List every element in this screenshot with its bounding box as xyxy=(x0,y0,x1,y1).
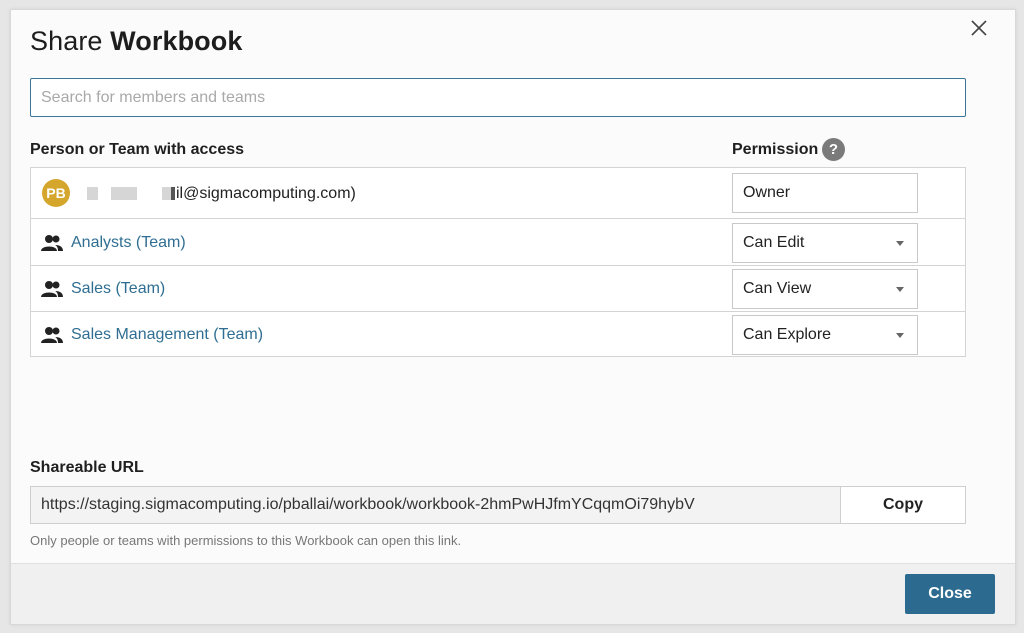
permission-label: Can View xyxy=(743,280,812,297)
shareable-url-label: Shareable URL xyxy=(30,459,144,476)
copy-button[interactable]: Copy xyxy=(840,486,966,524)
shareable-url-field[interactable]: https://staging.sigmacomputing.io/pballa… xyxy=(30,486,841,524)
permission-select-analysts[interactable]: Can Edit xyxy=(732,223,918,263)
permission-select-sales-management[interactable]: Can Explore xyxy=(732,315,918,355)
table-row-owner: PB il@sigmacomputing.com) Owner xyxy=(31,168,965,219)
redacted-block xyxy=(87,187,98,200)
owner-permission: Owner xyxy=(732,173,918,213)
permission-select-sales[interactable]: Can View xyxy=(732,269,918,309)
team-link-sales-management[interactable]: Sales Management (Team) xyxy=(71,326,263,344)
owner-permission-label: Owner xyxy=(743,184,791,201)
close-icon[interactable] xyxy=(969,18,989,38)
avatar: PB xyxy=(42,179,70,207)
close-button[interactable]: Close xyxy=(905,574,995,614)
redacted-block xyxy=(111,187,137,200)
team-link-analysts[interactable]: Analysts (Team) xyxy=(71,234,186,252)
chevron-down-icon xyxy=(896,333,904,338)
help-icon[interactable]: ? xyxy=(822,138,845,161)
owner-email: il@sigmacomputing.com) xyxy=(176,185,356,202)
table-row: Sales Management (Team) Can Explore xyxy=(31,312,965,357)
chevron-down-icon xyxy=(896,241,904,246)
dialog-title: Share Workbook xyxy=(30,26,242,57)
column-header-permission: Permission xyxy=(732,141,819,158)
team-icon xyxy=(41,235,63,251)
dialog-title-bold: Workbook xyxy=(110,26,243,56)
search-input[interactable] xyxy=(30,78,966,117)
share-hint: Only people or teams with permissions to… xyxy=(30,533,462,548)
redacted-block xyxy=(171,187,175,200)
access-table: PB il@sigmacomputing.com) Owner Analysts… xyxy=(30,167,966,357)
team-icon xyxy=(41,281,63,297)
permission-label: Can Edit xyxy=(743,234,805,251)
column-header-person: Person or Team with access xyxy=(30,141,245,158)
dialog-title-prefix: Share xyxy=(30,26,111,56)
chevron-down-icon xyxy=(896,287,904,292)
dialog-footer: Close xyxy=(11,563,1015,624)
table-row: Sales (Team) Can View xyxy=(31,266,965,312)
permission-label: Can Explore xyxy=(743,326,832,343)
team-icon xyxy=(41,327,63,343)
table-row: Analysts (Team) Can Edit xyxy=(31,219,965,266)
team-link-sales[interactable]: Sales (Team) xyxy=(71,280,165,298)
share-dialog: Share Workbook Person or Team with acces… xyxy=(10,9,1016,625)
